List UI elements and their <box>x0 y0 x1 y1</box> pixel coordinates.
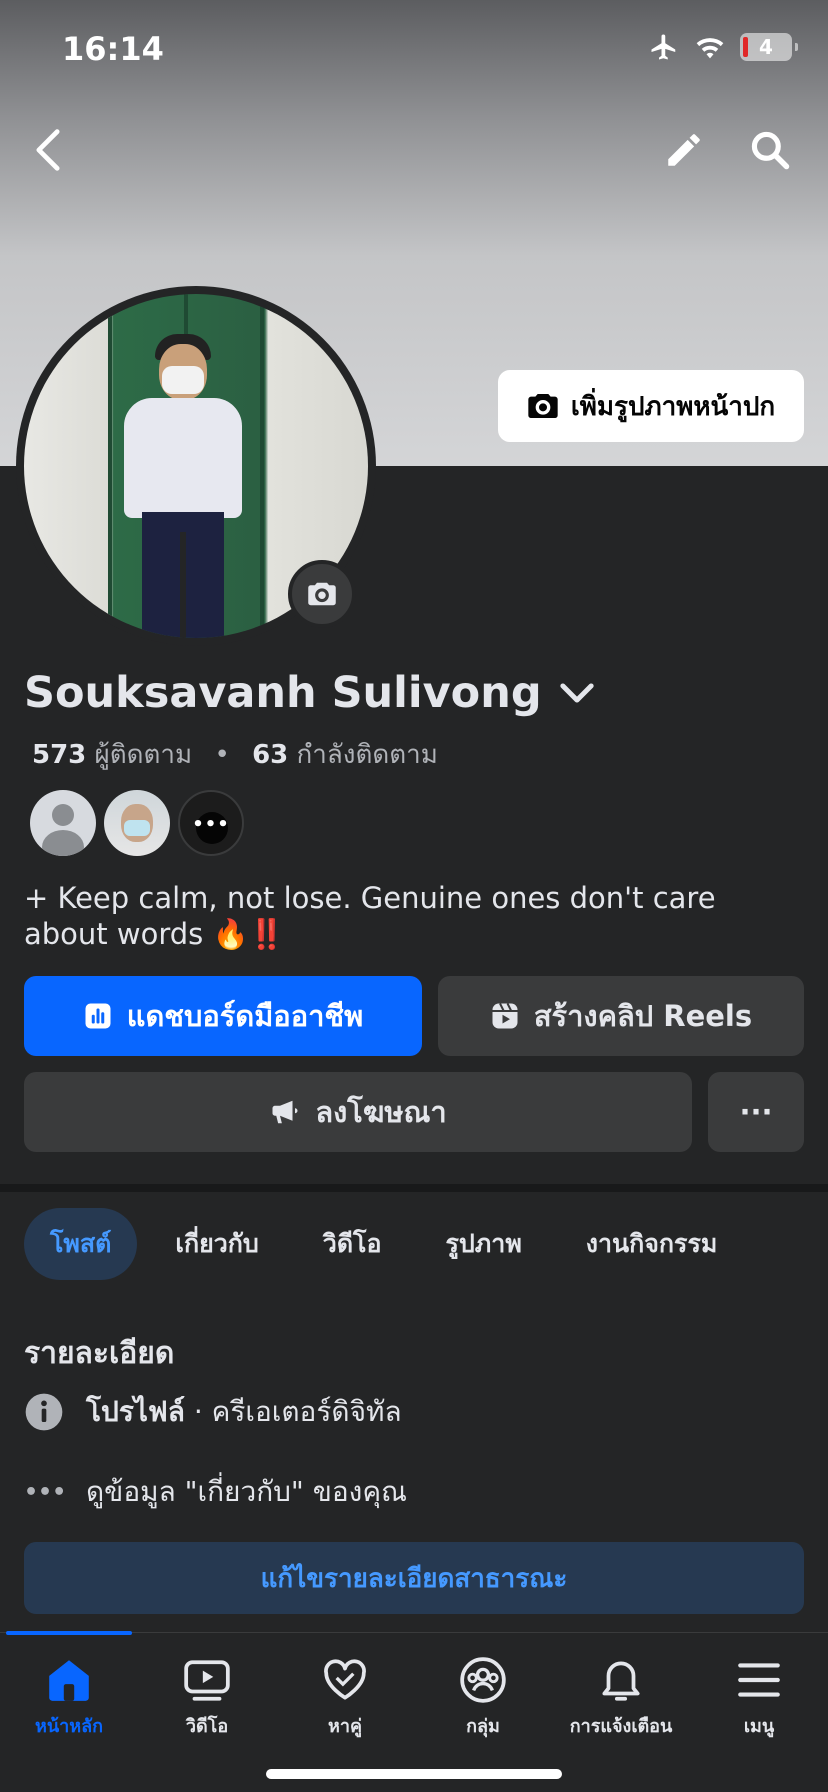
home-indicator <box>266 1769 562 1779</box>
search-button[interactable] <box>740 120 800 180</box>
battery-indicator: 4 <box>740 33 798 61</box>
more-dots-icon: ••• <box>192 814 230 835</box>
camera-icon <box>308 582 336 606</box>
profile-name-text: Souksavanh Sulivong <box>24 668 542 718</box>
dashboard-label: แดชบอร์ดมืออาชีพ <box>126 999 364 1033</box>
add-cover-photo-button[interactable]: เพิ่มรูปภาพหน้าปก <box>498 370 804 442</box>
bell-icon <box>602 1661 640 1701</box>
profile-type-label: โปรไฟล์ <box>86 1395 185 1428</box>
chevron-left-icon <box>36 129 60 171</box>
more-dots-icon: ••• <box>24 1479 67 1505</box>
professional-dashboard-button[interactable]: แดชบอร์ดมืออาชีพ <box>24 976 422 1056</box>
nav-menu[interactable]: เมนู <box>690 1655 828 1740</box>
follower-avatars[interactable]: ••• <box>30 790 244 856</box>
nav-label: หน้าหลัก <box>34 1716 104 1737</box>
info-icon <box>25 1393 63 1431</box>
status-time: 16:14 <box>62 30 164 68</box>
tab-videos[interactable]: วิดีโอ <box>297 1208 408 1280</box>
detail-profile-category: โปรไฟล์ · ครีเอเตอร์ดิจิทัล <box>24 1390 402 1434</box>
bottom-navigation: หน้าหลัก วิดีโอ หาคู่ กลุ่ม การแจ้งเตือน… <box>0 1631 828 1792</box>
active-tab-indicator <box>6 1631 132 1635</box>
avatar[interactable]: ••• <box>178 790 244 856</box>
airplane-mode-icon <box>651 34 676 60</box>
section-divider <box>0 1184 828 1192</box>
edit-profile-button[interactable] <box>654 120 714 180</box>
groups-icon <box>460 1657 506 1703</box>
home-icon <box>49 1660 89 1701</box>
tab-posts[interactable]: โพสต์ <box>24 1208 138 1280</box>
followers-label: ผู้ติดตาม <box>94 740 193 770</box>
nav-label: กลุ่ม <box>466 1716 500 1737</box>
tab-photos[interactable]: รูปภาพ <box>420 1208 548 1280</box>
search-icon <box>751 131 790 170</box>
back-button[interactable] <box>18 120 78 180</box>
nav-label: วิดีโอ <box>185 1716 229 1737</box>
video-icon <box>184 1660 230 1701</box>
details-heading: รายละเอียด <box>24 1336 175 1371</box>
profile-bio: + Keep calm, not lose. Genuine ones don'… <box>24 881 716 951</box>
more-dots-icon: ··· <box>739 1095 773 1129</box>
add-cover-label: เพิ่มรูปภาพหน้าปก <box>570 391 776 422</box>
following-label: กำลังติดตาม <box>296 740 438 770</box>
camera-icon <box>528 394 558 418</box>
stats-separator: • <box>214 740 230 770</box>
pencil-icon <box>668 134 700 166</box>
followers-count: 573 <box>32 740 87 770</box>
nav-groups[interactable]: กลุ่ม <box>414 1655 552 1740</box>
more-options-button[interactable]: ··· <box>708 1072 804 1152</box>
advertise-button[interactable]: ลงโฆษณา <box>24 1072 692 1152</box>
see-about-info-link[interactable]: ••• ดูข้อมูล "เกี่ยวกับ" ของคุณ <box>24 1470 407 1514</box>
profile-tabs: โพสต์ เกี่ยวกับ วิดีโอ รูปภาพ งานกิจกรรม <box>24 1208 755 1280</box>
advertise-label: ลงโฆษณา <box>315 1095 447 1129</box>
nav-home[interactable]: หน้าหลัก <box>0 1655 138 1740</box>
dashboard-chart-icon <box>85 1003 111 1029</box>
detail-separator: · <box>184 1395 212 1428</box>
nav-label: หาคู่ <box>327 1716 362 1737</box>
nav-dating[interactable]: หาคู่ <box>276 1655 414 1740</box>
reels-label: สร้างคลิป Reels <box>533 999 753 1033</box>
reels-icon <box>492 1003 518 1029</box>
avatar[interactable] <box>30 790 96 856</box>
megaphone-icon <box>272 1100 298 1124</box>
edit-public-details-button[interactable]: แก้ไขรายละเอียดสาธารณะ <box>24 1542 804 1614</box>
wifi-icon <box>696 38 724 59</box>
see-about-label: ดูข้อมูล "เกี่ยวกับ" ของคุณ <box>86 1475 408 1508</box>
chevron-down-icon[interactable] <box>559 682 594 704</box>
change-profile-picture-button[interactable] <box>288 560 356 628</box>
following-count: 63 <box>252 740 289 770</box>
tab-about[interactable]: เกี่ยวกับ <box>149 1208 284 1280</box>
nav-label: การแจ้งเตือน <box>569 1716 673 1737</box>
status-icons: 4 <box>648 32 798 62</box>
nav-video[interactable]: วิดีโอ <box>138 1655 276 1740</box>
nav-label: เมนู <box>743 1716 775 1737</box>
nav-notifications[interactable]: การแจ้งเตือน <box>552 1655 690 1740</box>
avatar[interactable] <box>104 790 170 856</box>
follow-stats[interactable]: 573 ผู้ติดตาม • 63 กำลังติดตาม <box>32 734 438 775</box>
menu-icon <box>738 1663 780 1697</box>
create-reels-button[interactable]: สร้างคลิป Reels <box>438 976 804 1056</box>
profile-name[interactable]: Souksavanh Sulivong <box>24 668 594 718</box>
dating-heart-icon <box>324 1659 366 1700</box>
status-bar: 16:14 4 <box>0 0 828 100</box>
tab-events[interactable]: งานกิจกรรม <box>560 1208 744 1280</box>
profile-category: ครีเอเตอร์ดิจิทัล <box>211 1395 402 1428</box>
